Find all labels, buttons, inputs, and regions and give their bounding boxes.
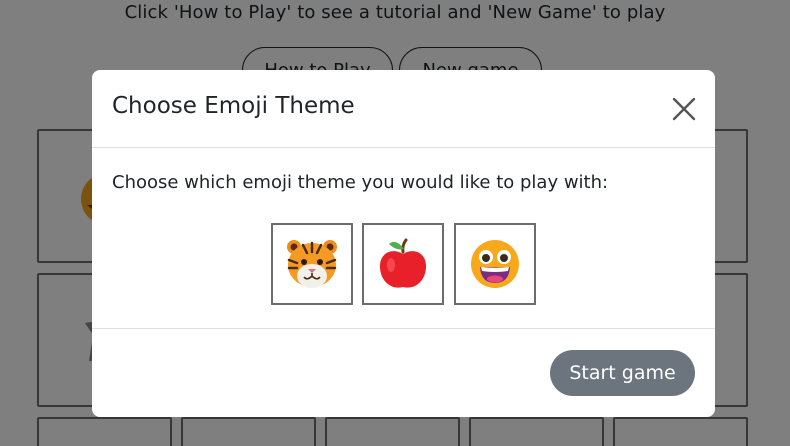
red-apple-icon bbox=[379, 238, 427, 288]
modal-title: Choose Emoji Theme bbox=[112, 93, 355, 119]
close-icon bbox=[672, 97, 696, 121]
theme-option-tiger[interactable] bbox=[271, 223, 353, 305]
grinning-face-icon bbox=[471, 240, 519, 288]
theme-option-apple[interactable] bbox=[362, 223, 444, 305]
close-button[interactable] bbox=[670, 95, 698, 123]
theme-options bbox=[271, 223, 537, 305]
theme-option-smiley[interactable] bbox=[454, 223, 536, 305]
modal-header: Choose Emoji Theme bbox=[92, 70, 715, 148]
emoji-theme-modal: Choose Emoji Theme Choose which emoji th… bbox=[92, 70, 715, 417]
start-game-button[interactable]: Start game bbox=[550, 350, 695, 396]
modal-body: Choose which emoji theme you would like … bbox=[92, 148, 715, 329]
theme-prompt: Choose which emoji theme you would like … bbox=[112, 172, 609, 193]
tiger-face-icon bbox=[287, 240, 337, 288]
